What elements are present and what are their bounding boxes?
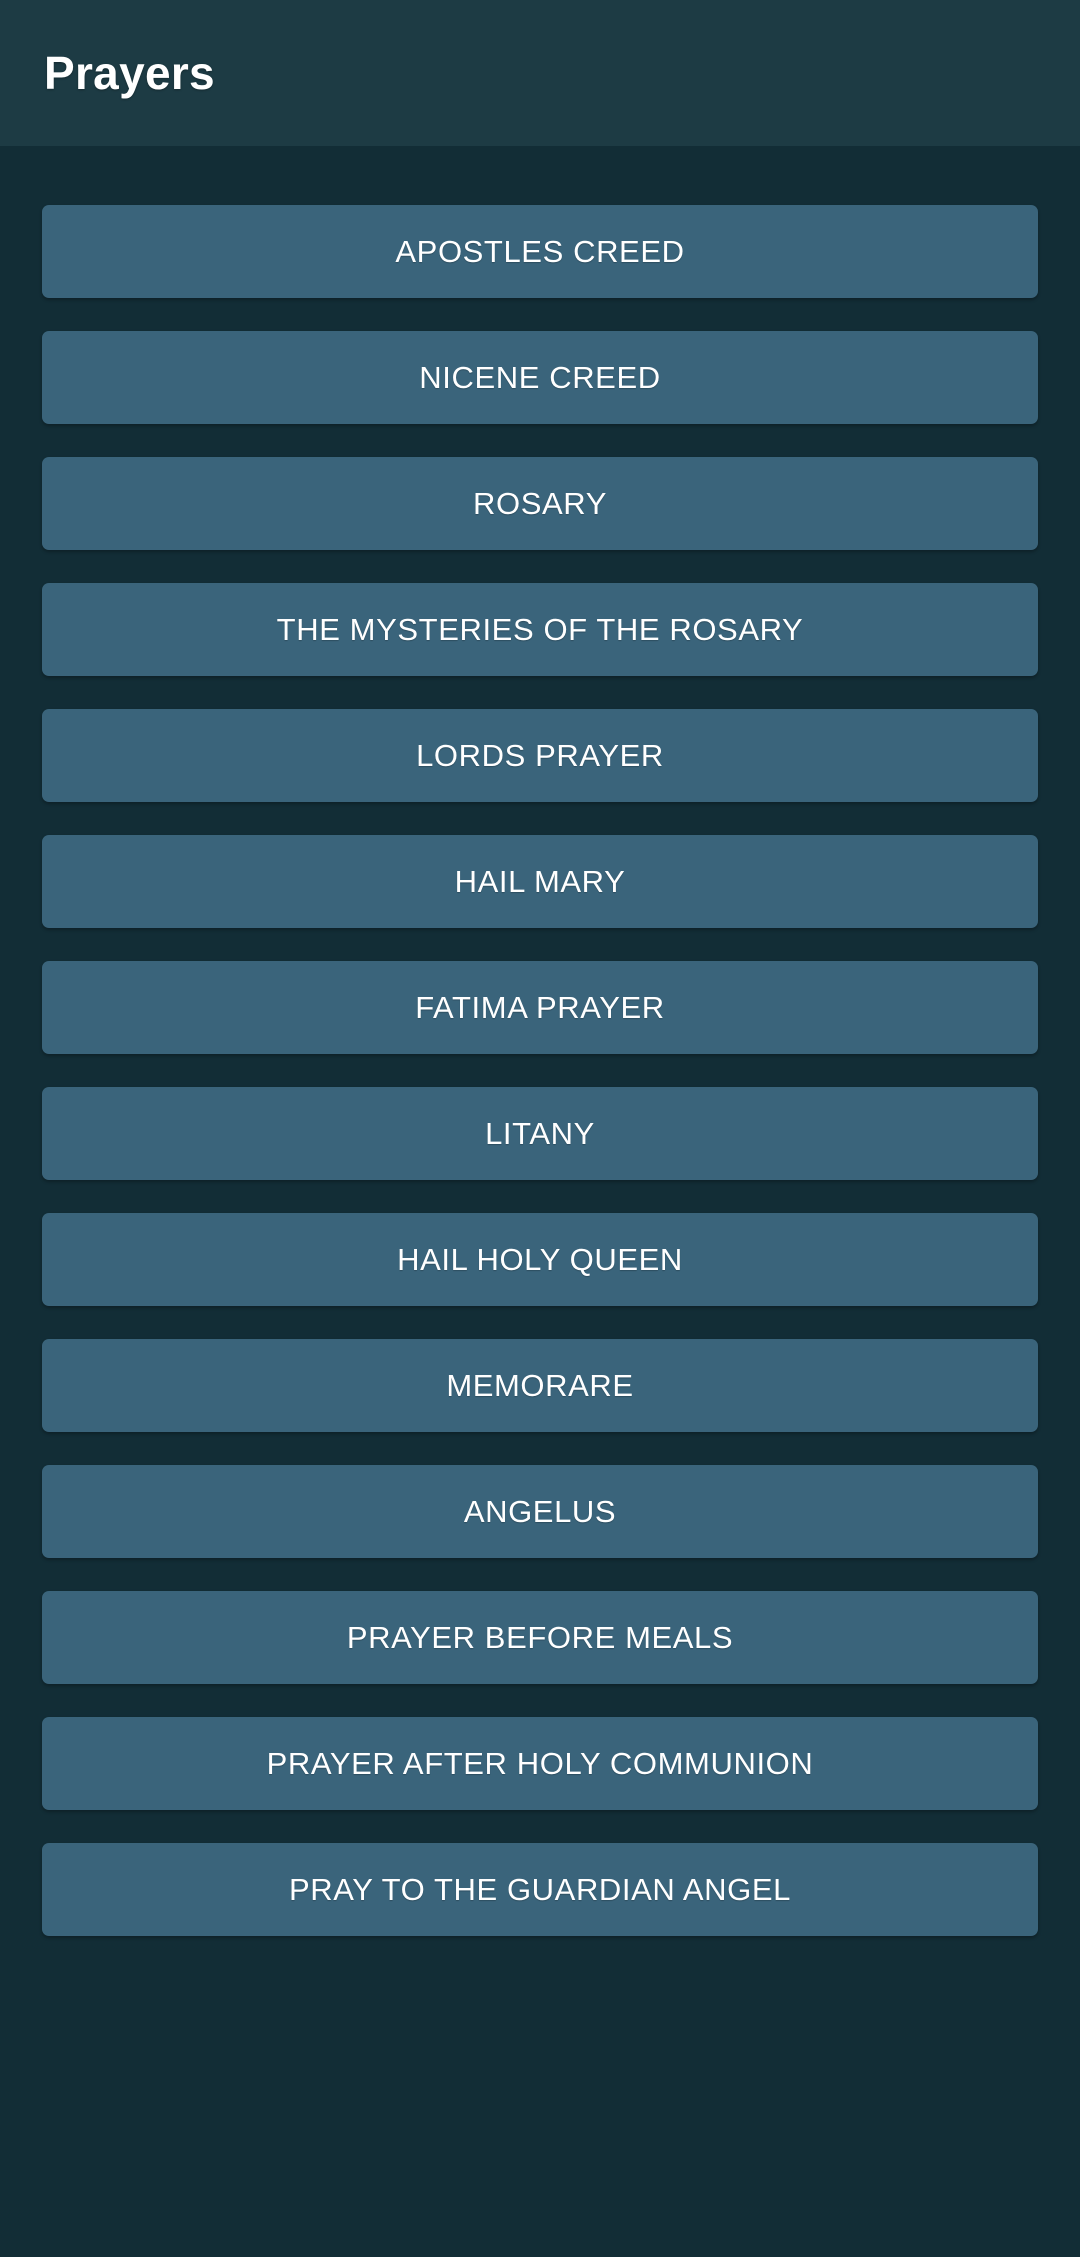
prayer-button-label: FATIMA PRAYER [415,990,665,1025]
prayer-button-pray-to-the-guardian-angel[interactable]: PRAY TO THE GUARDIAN ANGEL [42,1843,1038,1936]
prayer-button-hail-mary[interactable]: HAIL MARY [42,835,1038,928]
prayer-button-label: APOSTLES CREED [395,234,685,269]
prayer-button-nicene-creed[interactable]: NICENE CREED [42,331,1038,424]
empty-scroll-area [42,1936,1038,2257]
prayer-button-apostles-creed[interactable]: APOSTLES CREED [42,205,1038,298]
page-title: Prayers [44,47,215,99]
prayer-button-angelus[interactable]: ANGELUS [42,1465,1038,1558]
prayer-button-rosary[interactable]: ROSARY [42,457,1038,550]
prayer-button-label: PRAYER AFTER HOLY COMMUNION [266,1746,814,1781]
prayer-button-prayer-after-holy-communion[interactable]: PRAYER AFTER HOLY COMMUNION [42,1717,1038,1810]
prayer-button-label: ROSARY [473,486,607,521]
prayer-button-prayer-before-meals[interactable]: PRAYER BEFORE MEALS [42,1591,1038,1684]
prayer-button-label: PRAY TO THE GUARDIAN ANGEL [289,1872,791,1907]
prayer-button-label: THE MYSTERIES OF THE ROSARY [276,612,804,647]
prayer-button-lords-prayer[interactable]: LORDS PRAYER [42,709,1038,802]
prayer-button-label: PRAYER BEFORE MEALS [346,1620,734,1655]
prayer-button-label: LORDS PRAYER [416,738,664,773]
prayer-button-litany[interactable]: LITANY [42,1087,1038,1180]
prayer-button-label: MEMORARE [446,1368,634,1403]
prayer-button-label: HAIL MARY [454,864,626,899]
prayer-button-label: NICENE CREED [419,360,661,395]
app-bar: Prayers [0,0,1080,146]
prayer-button-fatima-prayer[interactable]: FATIMA PRAYER [42,961,1038,1054]
prayer-list: APOSTLES CREED NICENE CREED ROSARY THE M… [42,205,1038,1936]
prayer-button-label: ANGELUS [463,1494,617,1529]
prayer-button-the-mysteries-of-the-rosary[interactable]: THE MYSTERIES OF THE ROSARY [42,583,1038,676]
prayer-button-memorare[interactable]: MEMORARE [42,1339,1038,1432]
prayer-button-label: HAIL HOLY QUEEN [397,1242,683,1277]
app-screen: Prayers APOSTLES CREED NICENE CREED ROSA… [0,0,1080,2257]
prayer-button-hail-holy-queen[interactable]: HAIL HOLY QUEEN [42,1213,1038,1306]
prayer-button-label: LITANY [485,1116,595,1151]
main-content: APOSTLES CREED NICENE CREED ROSARY THE M… [0,146,1080,2257]
